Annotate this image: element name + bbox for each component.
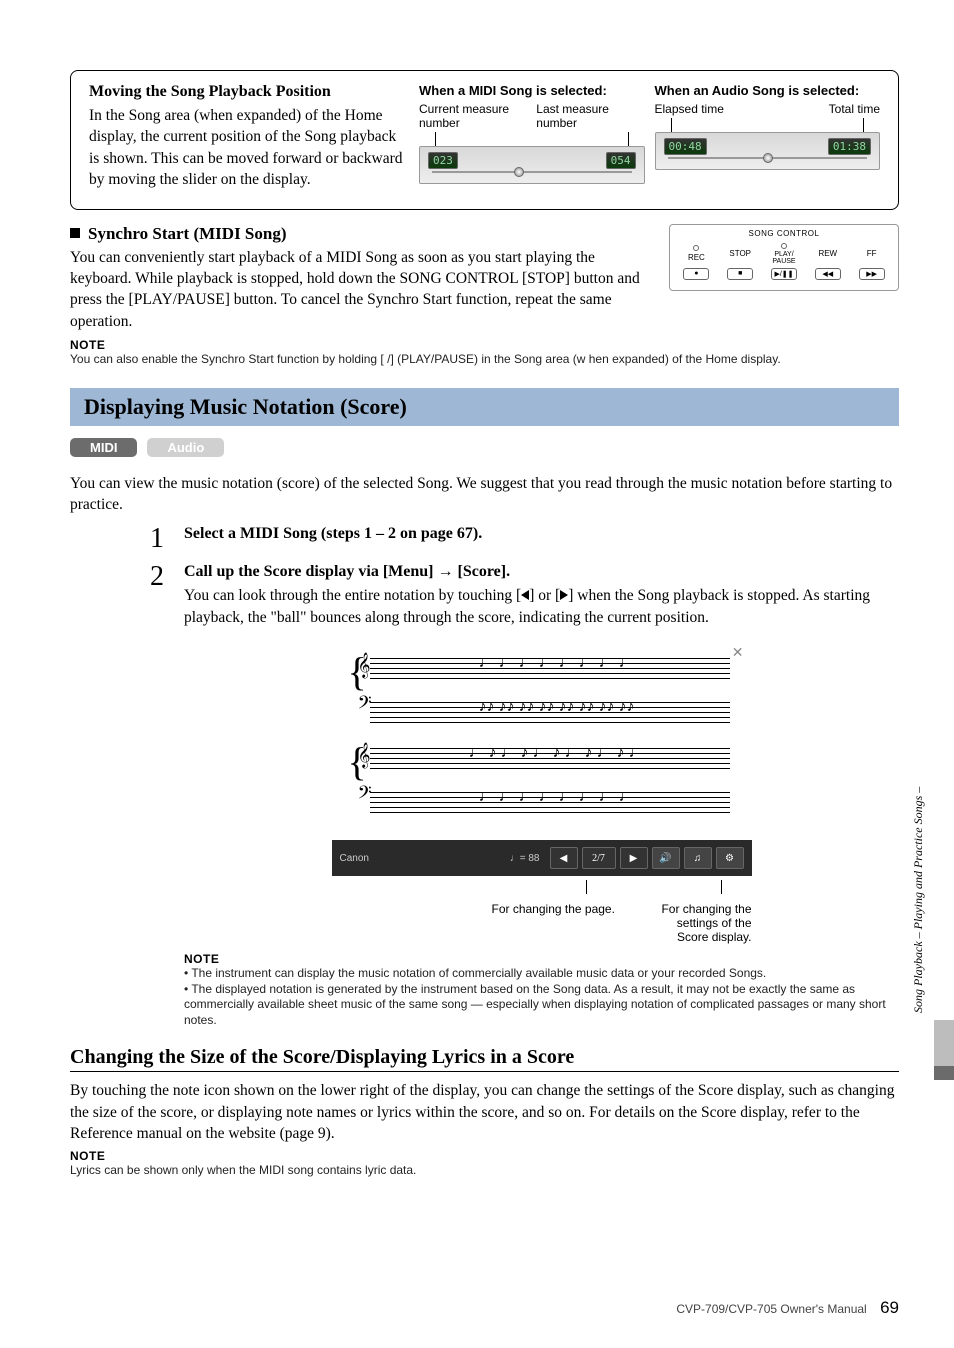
midi-last-val: 054 (606, 152, 636, 169)
page-footer: CVP-709/CVP-705 Owner's Manual 69 (676, 1298, 899, 1318)
synchro-note-body: You can also enable the Synchro Start fu… (70, 352, 899, 368)
audio-label-left: Elapsed time (655, 102, 724, 116)
song-control-panel: SONG CONTROL REC STOP PLAY/ PAUSE REW FF… (669, 224, 899, 333)
audio-diagram: When an Audio Song is selected: Elapsed … (655, 83, 881, 191)
ff-button[interactable]: ▶▶ (859, 268, 885, 280)
rew-button[interactable]: ◀◀ (815, 268, 841, 280)
notes3-hd: NOTE (70, 1149, 899, 1163)
audio-total-val: 01:38 (828, 138, 871, 155)
score-display: ✕ { 𝄞♩ ♩ ♩ ♩ ♩ ♩ ♩ ♩ 𝄢♪♪ ♪♪ ♪♪ ♪♪ ♪♪ ♪♪ … (332, 640, 752, 876)
synchro-body: You can conveniently start playback of a… (70, 247, 649, 333)
play-led-icon (781, 243, 787, 249)
midi-current-val: 023 (428, 152, 458, 169)
synchro-heading: Synchro Start (MIDI Song) (70, 224, 649, 244)
rec-led-icon (693, 245, 699, 251)
step2-title-a: Call up the Score display via [Menu] (184, 563, 438, 580)
midi-label-right: Last measure number (536, 102, 644, 130)
side-tab (934, 720, 954, 1080)
score-volume-button[interactable]: 🔊 (652, 847, 680, 869)
notes2-b2-text: The displayed notation is generated by t… (184, 982, 886, 1027)
score-next-button[interactable]: ▶ (620, 847, 648, 869)
vertical-chapter-label: Song Playback – Playing and Practice Son… (911, 740, 926, 1060)
rec-button[interactable]: ● (683, 268, 709, 280)
notes2-b1-text: The instrument can display the music not… (191, 966, 766, 980)
midi-diag-head: When a MIDI Song is selected: (419, 83, 645, 98)
step-1-title: Select a MIDI Song (steps 1 – 2 on page … (184, 525, 899, 543)
panel-ff-label: FF (858, 249, 886, 258)
score-settings-button[interactable]: ⚙ (716, 847, 744, 869)
square-bullet-icon (70, 228, 80, 238)
score-song-name: Canon (340, 853, 500, 864)
panel-rew-label: REW (814, 249, 842, 258)
changing-size-body: By touching the note icon shown on the l… (70, 1080, 899, 1144)
panel-stop-label: STOP (726, 249, 754, 258)
step2-body-b: ] or [ (529, 587, 560, 604)
audio-badge: Audio (147, 438, 224, 457)
audio-elapsed-val: 00:48 (664, 138, 707, 155)
midi-label-left: Current measure number (419, 102, 527, 130)
midi-diagram: When a MIDI Song is selected: Current me… (419, 83, 645, 191)
score-page-indicator: 2/7 (582, 847, 616, 869)
section-heading-score: Displaying Music Notation (Score) (70, 388, 899, 426)
synchro-note-hd: NOTE (70, 338, 899, 352)
playback-position-box: Moving the Song Playback Position In the… (70, 70, 899, 210)
play-pause-button[interactable]: ▶/❚❚ (771, 268, 797, 280)
audio-diag-head: When an Audio Song is selected: (655, 83, 881, 98)
step2-title-b: [Score]. (454, 563, 511, 580)
caption-page: For changing the page. (492, 902, 652, 944)
notes2-b2: • The displayed notation is generated by… (184, 982, 899, 1029)
notes2-b1: • The instrument can display the music n… (184, 966, 899, 982)
divider (70, 1071, 899, 1072)
score-tempo: ♩= 88 (504, 853, 546, 864)
step-2-title: Call up the Score display via [Menu] → [… (184, 563, 899, 581)
score-prev-button[interactable]: ◀ (550, 847, 578, 869)
page-number: 69 (880, 1298, 899, 1317)
panel-play-label: PLAY/ PAUSE (770, 251, 798, 265)
box1-title: Moving the Song Playback Position (89, 83, 409, 101)
audio-label-right: Total time (829, 102, 880, 116)
step-2-number: 2 (150, 563, 170, 1028)
step-2-body: You can look through the entire notation… (184, 585, 899, 628)
score-note-button[interactable]: ♫ (684, 847, 712, 869)
step2-body-a: You can look through the entire notation… (184, 587, 521, 604)
score-intro: You can view the music notation (score) … (70, 473, 899, 516)
step-1-number: 1 (150, 525, 170, 553)
notes3-body: Lyrics can be shown only when the MIDI s… (70, 1163, 899, 1179)
synchro-title: Synchro Start (MIDI Song) (88, 224, 287, 243)
midi-badge: MIDI (70, 438, 137, 457)
subsection-heading: Changing the Size of the Score/Displayin… (70, 1046, 899, 1069)
panel-rec-label: REC (682, 253, 710, 262)
notes2-hd: NOTE (184, 952, 899, 966)
audio-slider[interactable]: 00:48 01:38 (655, 132, 881, 170)
panel-title: SONG CONTROL (676, 229, 892, 238)
stop-button[interactable]: ■ (727, 268, 753, 280)
box1-body: In the Song area (when expanded) of the … (89, 105, 409, 191)
caption-settings: For changing the settings of the Score d… (652, 902, 752, 944)
midi-slider[interactable]: 023 054 (419, 146, 645, 184)
manual-title: CVP-709/CVP-705 Owner's Manual (676, 1302, 866, 1316)
